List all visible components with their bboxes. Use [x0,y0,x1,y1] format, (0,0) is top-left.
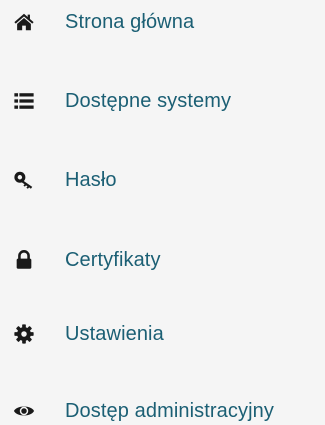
lock-icon [13,249,35,271]
nav-item-admin-access[interactable]: Dostęp administracyjny [0,391,325,425]
nav-item-label: Certyfikaty [65,248,161,271]
key-icon [13,169,35,191]
gear-icon [13,323,35,345]
nav-item-label: Hasło [65,168,117,191]
side-navigation: Strona główna Dostępne systemy Hasło Cer… [0,0,325,425]
nav-item-label: Dostęp administracyjny [65,399,274,422]
nav-item-label: Dostępne systemy [65,89,232,112]
eye-icon [13,400,35,422]
nav-item-label: Strona główna [65,10,195,33]
nav-item-settings[interactable]: Ustawienia [0,314,325,354]
nav-item-certificates[interactable]: Certyfikaty [0,240,325,280]
list-icon [13,90,35,112]
home-icon [13,11,35,33]
nav-item-password[interactable]: Hasło [0,160,325,200]
nav-item-label: Ustawienia [65,322,164,345]
nav-item-home[interactable]: Strona główna [0,2,325,42]
nav-item-available-systems[interactable]: Dostępne systemy [0,81,325,121]
